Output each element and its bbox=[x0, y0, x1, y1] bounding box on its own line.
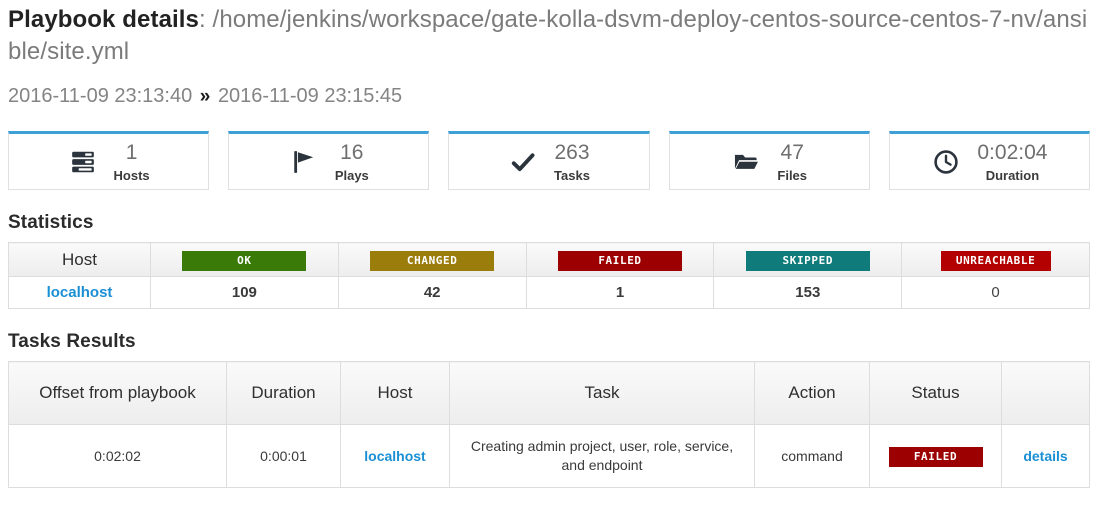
summary-card-files-value: 47 bbox=[780, 140, 804, 164]
server-icon bbox=[68, 147, 98, 177]
tasks-header-duration: Duration bbox=[226, 361, 341, 426]
tasks-cell-task: Creating admin project, user, role, serv… bbox=[449, 424, 755, 489]
status-badge-changed: CHANGED bbox=[370, 250, 495, 271]
summary-card-plays-text: 16 Plays bbox=[334, 140, 369, 183]
tasks-cell-duration: 0:00:01 bbox=[226, 424, 341, 489]
summary-card-hosts-text: 1 Hosts bbox=[113, 140, 150, 183]
summary-card-tasks-text: 263 Tasks bbox=[554, 140, 590, 183]
tasks-header-host: Host bbox=[340, 361, 450, 426]
tasks-cell-details: details bbox=[1001, 424, 1090, 489]
statistics-cell-changed: 42 bbox=[337, 276, 527, 310]
tasks-results-header-row: Offset from playbook Duration Host Task … bbox=[8, 361, 1090, 426]
summary-card-hosts: 1 Hosts bbox=[8, 131, 210, 191]
tasks-cell-host: localhost bbox=[340, 424, 450, 489]
tasks-header-details bbox=[1001, 361, 1090, 426]
page-title-label: Playbook details bbox=[8, 6, 199, 33]
page-title-separator: : bbox=[199, 6, 213, 33]
summary-card-duration-label: Duration bbox=[985, 167, 1040, 183]
details-link[interactable]: details bbox=[1023, 448, 1067, 464]
status-badge-skipped: SKIPPED bbox=[745, 250, 870, 271]
check-icon bbox=[508, 147, 538, 177]
statistics-header-ok: OK bbox=[150, 242, 339, 278]
flag-icon bbox=[289, 147, 319, 177]
tasks-cell-status: FAILED bbox=[869, 424, 1002, 489]
tasks-header-task: Task bbox=[449, 361, 755, 426]
status-badge-failed: FAILED bbox=[557, 250, 682, 271]
status-badge-ok: OK bbox=[182, 250, 307, 271]
table-row: localhost 109 42 1 153 0 bbox=[8, 276, 1090, 310]
statistics-header-failed: FAILED bbox=[525, 242, 715, 278]
statistics-table: Host OK CHANGED FAILED SKIPPED UNREACHAB… bbox=[8, 242, 1090, 310]
statistics-cell-skipped: 153 bbox=[713, 276, 903, 310]
summary-card-duration-value: 0:02:04 bbox=[977, 140, 1048, 164]
summary-card-files: 47 Files bbox=[668, 131, 870, 191]
summary-card-plays-label: Plays bbox=[334, 167, 369, 183]
summary-cards: 1 Hosts 16 Plays 263 Tasks 47 Files 0:02… bbox=[8, 131, 1091, 191]
playbook-report-page: Playbook details: /home/jenkins/workspac… bbox=[0, 0, 1098, 489]
statistics-header-row: Host OK CHANGED FAILED SKIPPED UNREACHAB… bbox=[8, 242, 1090, 278]
statistics-header-host: Host bbox=[8, 242, 151, 278]
tasks-cell-action: command bbox=[754, 424, 870, 489]
statistics-cell-unreachable: 0 bbox=[901, 276, 1090, 310]
summary-card-hosts-value: 1 bbox=[125, 140, 138, 164]
summary-card-plays-value: 16 bbox=[340, 140, 364, 164]
tasks-cell-offset: 0:02:02 bbox=[8, 424, 227, 489]
statistics-header-unreachable: UNREACHABLE bbox=[901, 242, 1090, 278]
time-range-separator-icon: » bbox=[199, 86, 211, 108]
statistics-header-changed: CHANGED bbox=[337, 242, 527, 278]
statistics-heading: Statistics bbox=[8, 212, 94, 234]
statistics-header-skipped: SKIPPED bbox=[713, 242, 903, 278]
summary-card-plays: 16 Plays bbox=[228, 131, 430, 191]
playbook-timerange: 2016-11-09 23:13:40 » 2016-11-09 23:15:4… bbox=[8, 67, 1090, 109]
tasks-header-offset: Offset from playbook bbox=[8, 361, 227, 426]
summary-card-tasks-value: 263 bbox=[554, 140, 590, 164]
host-link[interactable]: localhost bbox=[364, 448, 425, 464]
end-time: 2016-11-09 23:15:45 bbox=[217, 85, 403, 108]
page-title: Playbook details: /home/jenkins/workspac… bbox=[8, 0, 1090, 67]
status-badge-unreachable: UNREACHABLE bbox=[940, 250, 1051, 271]
tasks-results-table: Offset from playbook Duration Host Task … bbox=[8, 361, 1090, 489]
table-row: 0:02:02 0:00:01 localhost Creating admin… bbox=[8, 424, 1090, 489]
tasks-header-action: Action bbox=[754, 361, 870, 426]
start-time: 2016-11-09 23:13:40 bbox=[8, 85, 193, 108]
statistics-cell-failed: 1 bbox=[525, 276, 715, 310]
summary-card-hosts-label: Hosts bbox=[113, 167, 150, 183]
statistics-cell-ok: 109 bbox=[150, 276, 339, 310]
folder-icon bbox=[731, 147, 761, 177]
summary-card-duration-text: 0:02:04 Duration bbox=[977, 140, 1048, 183]
summary-card-duration: 0:02:04 Duration bbox=[888, 131, 1091, 191]
tasks-results-heading: Tasks Results bbox=[8, 331, 136, 353]
host-link[interactable]: localhost bbox=[47, 284, 113, 301]
summary-card-files-label: Files bbox=[777, 167, 808, 183]
statistics-cell-host: localhost bbox=[8, 276, 151, 310]
status-badge-failed: FAILED bbox=[888, 446, 983, 467]
summary-card-files-text: 47 Files bbox=[777, 140, 808, 183]
summary-card-tasks: 263 Tasks bbox=[448, 131, 650, 191]
tasks-header-status: Status bbox=[869, 361, 1002, 426]
summary-card-tasks-label: Tasks bbox=[554, 167, 590, 183]
clock-icon bbox=[931, 147, 961, 177]
